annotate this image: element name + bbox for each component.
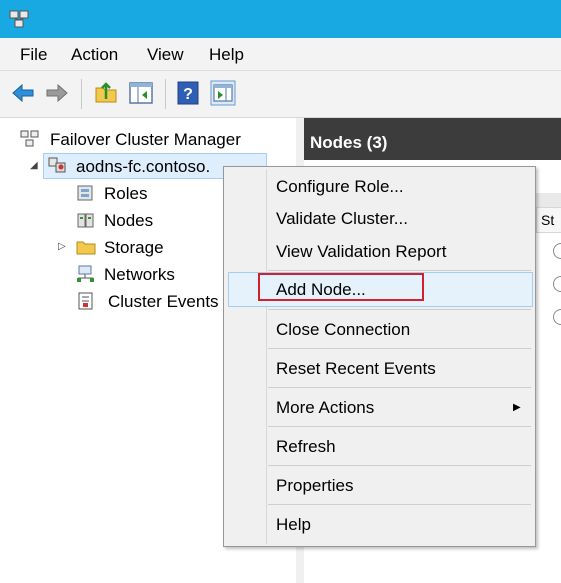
- toolbar: ?: [0, 71, 561, 118]
- failover-cluster-manager-app-icon: [9, 10, 29, 28]
- tree-label-storage: Storage: [104, 238, 164, 257]
- context-menu-separator: [268, 465, 531, 466]
- context-menu: Configure Role... Validate Cluster... Vi…: [223, 166, 536, 547]
- context-menu-validate-cluster[interactable]: Validate Cluster...: [276, 209, 408, 229]
- menu-action[interactable]: Action: [71, 45, 118, 65]
- submenu-arrow-icon: ▶: [513, 402, 521, 413]
- results-pane-header: Nodes (3): [304, 118, 561, 160]
- window-titlebar: [0, 0, 561, 38]
- nodes-icon: [77, 213, 94, 228]
- tree-label-root: Failover Cluster Manager: [50, 130, 241, 149]
- context-menu-gutter: [266, 169, 267, 544]
- menu-view[interactable]: View: [147, 45, 184, 65]
- menu-help[interactable]: Help: [209, 45, 244, 65]
- show-hide-action-pane-icon[interactable]: [210, 80, 236, 106]
- context-menu-separator: [268, 387, 531, 388]
- failover-cluster-manager-icon: [20, 130, 39, 147]
- expand-arrow-icon[interactable]: ▷: [58, 241, 66, 252]
- context-menu-reset-recent-events[interactable]: Reset Recent Events: [276, 359, 436, 379]
- svg-text:?: ?: [183, 86, 193, 103]
- add-node-callout-box: [258, 273, 424, 301]
- menu-bar: File Action View Help: [0, 38, 561, 71]
- show-hide-console-tree-icon[interactable]: [128, 80, 154, 106]
- toolbar-separator: [81, 79, 82, 109]
- forward-icon[interactable]: [44, 80, 70, 106]
- context-menu-view-validation-report[interactable]: View Validation Report: [276, 242, 446, 262]
- context-menu-separator: [268, 309, 531, 310]
- help-icon[interactable]: ?: [175, 80, 201, 106]
- context-menu-separator: [268, 504, 531, 505]
- status-column-header[interactable]: St: [536, 207, 561, 233]
- context-menu-help[interactable]: Help: [276, 515, 311, 535]
- context-menu-refresh[interactable]: Refresh: [276, 437, 336, 457]
- context-menu-configure-role[interactable]: Configure Role...: [276, 177, 404, 197]
- tree-label-nodes: Nodes: [104, 211, 154, 230]
- roles-icon: [77, 185, 93, 201]
- context-menu-separator: [268, 348, 531, 349]
- context-menu-properties[interactable]: Properties: [276, 476, 353, 496]
- results-pane-title: Nodes (3): [310, 133, 388, 152]
- context-menu-close-connection[interactable]: Close Connection: [276, 320, 410, 340]
- back-icon[interactable]: [10, 80, 36, 106]
- cluster-events-icon: [78, 292, 93, 310]
- context-menu-separator: [268, 270, 531, 271]
- networks-icon: [77, 265, 94, 282]
- tree-label-networks: Networks: [104, 265, 175, 284]
- results-toolbar-strip: [532, 193, 561, 208]
- cluster-icon: [48, 157, 66, 173]
- tree-label-roles: Roles: [104, 184, 148, 203]
- tree-label-cluster-events: Cluster Events: [108, 292, 219, 311]
- tree-label-cluster: aodns-fc.contoso.: [76, 157, 211, 176]
- status-column-label: St: [541, 212, 555, 228]
- menu-file[interactable]: File: [20, 45, 47, 65]
- context-menu-separator: [268, 426, 531, 427]
- toolbar-separator: [165, 79, 166, 109]
- collapse-arrow-icon[interactable]: ◢: [30, 160, 38, 171]
- context-menu-more-actions[interactable]: More Actions: [276, 398, 374, 418]
- up-folder-icon[interactable]: [93, 80, 119, 106]
- storage-folder-icon: [76, 241, 96, 255]
